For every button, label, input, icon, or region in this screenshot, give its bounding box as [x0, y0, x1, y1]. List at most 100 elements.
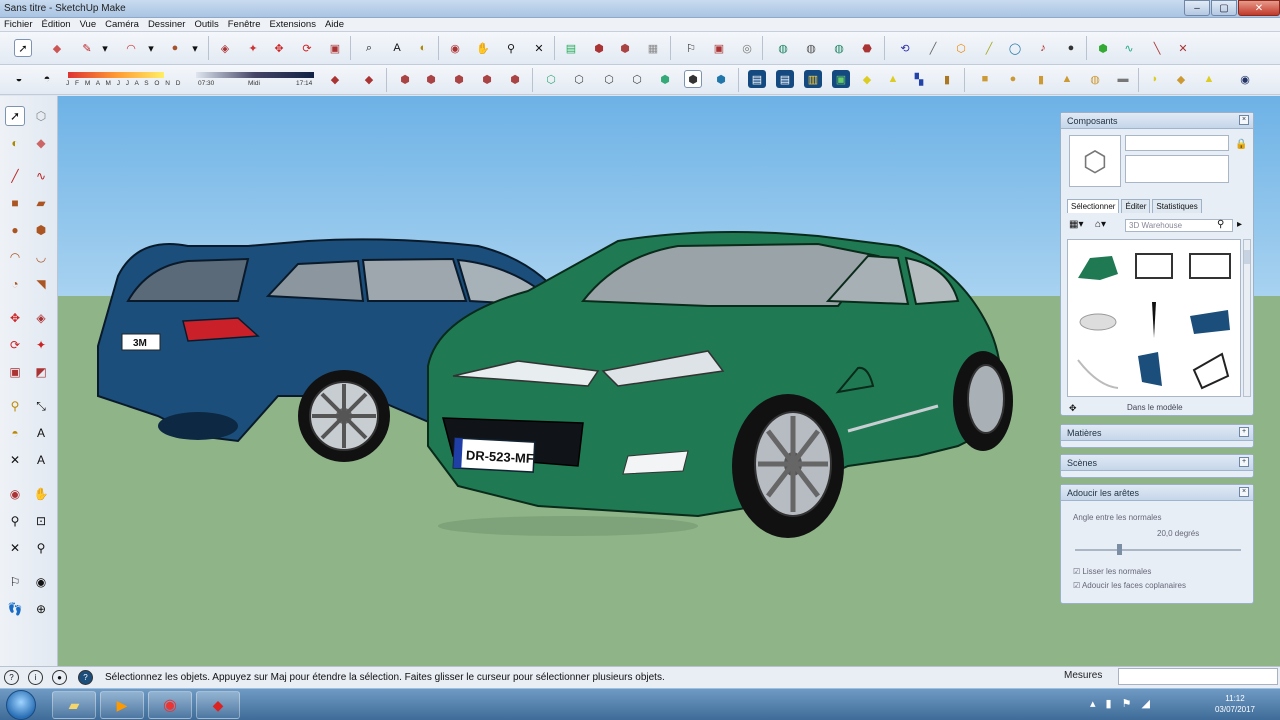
menu-edition[interactable]: Édition	[42, 19, 71, 30]
left-view-icon[interactable]: ⬢	[506, 70, 524, 88]
section-plane-tool-icon[interactable]: ⊕	[31, 599, 51, 619]
hidden-line-icon[interactable]: ⬡	[628, 70, 646, 88]
right-view-icon[interactable]: ⬢	[478, 70, 496, 88]
axes-tool-icon[interactable]: ✕	[5, 450, 25, 470]
freehand-icon[interactable]: ╱	[980, 39, 998, 57]
tray-arrow-icon[interactable]: ▴	[1090, 697, 1096, 710]
materials-panel[interactable]: Matières +	[1060, 424, 1254, 448]
iso-view-icon[interactable]: ⬢	[396, 70, 414, 88]
offset-tool-icon[interactable]: ◩	[31, 362, 51, 382]
eraser-icon[interactable]: ◆	[31, 133, 51, 153]
zoom-extents-icon[interactable]: ✕	[530, 39, 548, 57]
pencil-icon[interactable]: ✎	[78, 39, 96, 57]
shadow-time-slider[interactable]	[196, 72, 314, 78]
move-tool-icon[interactable]: ✥	[5, 308, 25, 328]
home-icon[interactable]: ⌂▾	[1095, 219, 1106, 230]
color-mode-icon[interactable]: ▥	[804, 70, 822, 88]
credits-icon[interactable]: i	[28, 670, 43, 685]
front-face-icon[interactable]: ⬢	[450, 70, 468, 88]
profile-icon[interactable]: ▣	[832, 70, 850, 88]
chevron-down-icon[interactable]: ▾	[142, 39, 160, 57]
rotated-rect-icon[interactable]: ▰	[31, 193, 51, 213]
component-item[interactable]	[1128, 244, 1180, 292]
menu-dessiner[interactable]: Dessiner	[148, 19, 186, 30]
search-icon[interactable]: ⚲	[1217, 219, 1224, 230]
start-button[interactable]	[6, 690, 36, 720]
warehouse-icon[interactable]: ▤	[562, 39, 580, 57]
menu-extensions[interactable]: Extensions	[269, 19, 315, 30]
shadow-month-slider[interactable]	[68, 72, 164, 78]
back-view-icon[interactable]: ◆	[360, 70, 378, 88]
dimension-tool-icon[interactable]: ⤡	[31, 396, 51, 416]
scale-icon[interactable]: ▣	[326, 39, 344, 57]
flip-edge-icon[interactable]: ✕	[1174, 39, 1192, 57]
back-edges-icon[interactable]: ⬡	[570, 70, 588, 88]
zoom-window-icon[interactable]: ⊡	[31, 511, 51, 531]
angle-slider-thumb[interactable]	[1117, 544, 1122, 555]
stamp-icon[interactable]: ∿	[1120, 39, 1138, 57]
make-component-icon[interactable]: ⬡	[31, 106, 51, 126]
component-item[interactable]	[1184, 244, 1236, 292]
zoom-extents-tool-icon[interactable]: ✕	[5, 538, 25, 558]
clock[interactable]: 11:12 03/07/2017	[1200, 693, 1270, 715]
line-icon[interactable]: ╱	[924, 39, 942, 57]
follow-me-icon[interactable]: ✦	[244, 39, 262, 57]
cone-icon[interactable]: ▲	[1058, 70, 1076, 88]
shaded-textures-icon[interactable]: ⬢	[684, 70, 702, 88]
monochrome-icon[interactable]: ⬢	[712, 70, 730, 88]
in-model-icon[interactable]: ✥	[1069, 403, 1077, 414]
minimize-button[interactable]: –	[1184, 0, 1210, 16]
text-icon[interactable]: A	[388, 39, 406, 57]
shape-icon[interactable]: ●	[166, 39, 184, 57]
component-description-field[interactable]	[1125, 155, 1229, 183]
sun-icon[interactable]: ◆	[858, 70, 876, 88]
tab-statistics[interactable]: Statistiques	[1152, 199, 1202, 213]
component-item[interactable]	[1128, 346, 1180, 394]
angle-slider[interactable]	[1075, 549, 1241, 551]
wireframe-icon[interactable]: ⬡	[600, 70, 618, 88]
position-camera-tool-icon[interactable]: ⚐	[5, 572, 25, 592]
explorer-taskbar-icon[interactable]: ▰	[52, 691, 96, 719]
menu-aide[interactable]: Aide	[325, 19, 344, 30]
protractor-tool-icon[interactable]: ◓	[5, 423, 25, 443]
offset-icon[interactable]: ⟲	[896, 39, 914, 57]
components-header[interactable]: Composants ×	[1061, 113, 1253, 129]
3d-text-tool-icon[interactable]: A	[31, 450, 51, 470]
box-icon[interactable]: ■	[976, 70, 994, 88]
tape-tool-icon[interactable]: ⚲	[5, 396, 25, 416]
section-plane-icon[interactable]: ▚	[910, 70, 928, 88]
component-item[interactable]	[1072, 244, 1124, 292]
arc-icon[interactable]: ◠	[122, 39, 140, 57]
tab-select[interactable]: Sélectionner	[1067, 199, 1120, 213]
paint-icon[interactable]: ◐	[5, 133, 25, 153]
close-icon[interactable]: ×	[1239, 115, 1249, 125]
section-icon[interactable]: ◍	[830, 39, 848, 57]
tab-edit[interactable]: Éditer	[1121, 199, 1151, 213]
chevron-down-icon[interactable]: ▾	[96, 39, 114, 57]
shadow-settings-icon[interactable]: ◒	[10, 70, 28, 88]
layers-icon[interactable]: ◍	[774, 39, 792, 57]
close-icon[interactable]: ×	[1239, 487, 1249, 497]
walk-tool-icon[interactable]: 👣	[5, 599, 25, 619]
interact-icon[interactable]: ◆	[1172, 70, 1190, 88]
checkbox-icon[interactable]: ☑	[1073, 581, 1080, 590]
pan-icon[interactable]: ✋	[474, 39, 492, 57]
component-item[interactable]	[1184, 296, 1236, 344]
styles-icon[interactable]: ▤	[748, 70, 766, 88]
push-pull-icon[interactable]: ◈	[216, 39, 234, 57]
sphere-icon[interactable]: ●	[1062, 39, 1080, 57]
rectangle-icon[interactable]: ■	[5, 193, 25, 213]
followme-tool-icon[interactable]: ✦	[31, 335, 51, 355]
rotate-icon[interactable]: ⟳	[298, 39, 316, 57]
xray-icon[interactable]: ⬡	[542, 70, 560, 88]
component-name-field[interactable]	[1125, 135, 1229, 151]
expand-icon[interactable]: +	[1239, 427, 1249, 437]
section-cut-icon[interactable]: ▮	[938, 70, 956, 88]
chevron-down-icon[interactable]: ▾	[186, 39, 204, 57]
position-camera-icon[interactable]: ⚐	[682, 39, 700, 57]
volume-icon[interactable]: ◢	[1141, 697, 1149, 710]
freehand-tool-icon[interactable]: ∿	[31, 166, 51, 186]
lock-icon[interactable]: 🔒	[1235, 139, 1247, 150]
measures-input[interactable]	[1118, 668, 1278, 685]
look-around-icon[interactable]: ◎	[738, 39, 756, 57]
